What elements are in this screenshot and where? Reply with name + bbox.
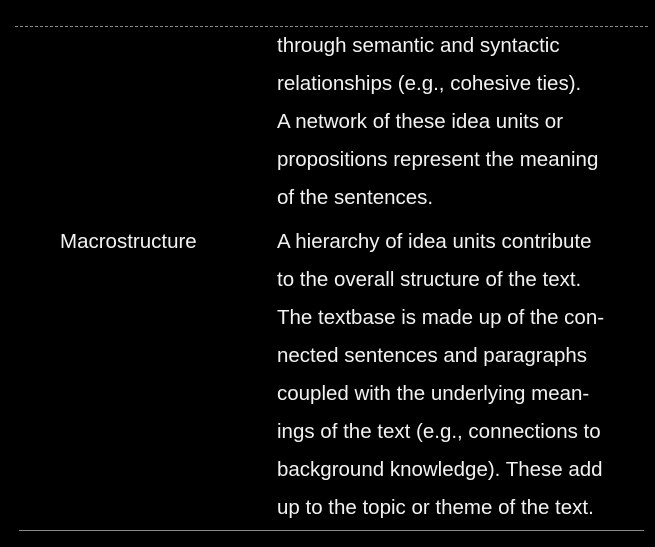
definition-line: The textbase is made up of the con- (277, 306, 605, 329)
definition-line: nected sentences and paragraphs (277, 344, 588, 367)
definition-line: coupled with the underlying mean- (277, 382, 590, 405)
definition-line: of the sentences. (277, 186, 434, 209)
definition-line: ings of the text (e.g., connections to (277, 420, 601, 443)
definition-line: background knowledge). These add (277, 458, 603, 481)
row-label-macrostructure: Macrostructure (60, 230, 197, 253)
definition-line: to the overall structure of the text. (277, 268, 582, 291)
definition-line: propositions represent the meaning (277, 148, 599, 171)
definition-line: relationships (e.g., cohesive ties). (277, 72, 582, 95)
definition-line: A hierarchy of idea units contribute (277, 230, 592, 253)
table-top-rule (15, 26, 648, 27)
definition-line: through semantic and syntactic (277, 34, 560, 57)
definition-line: A network of these idea units or (277, 110, 564, 133)
table-bottom-rule (19, 530, 644, 531)
definition-line: up to the topic or theme of the text. (277, 496, 594, 519)
